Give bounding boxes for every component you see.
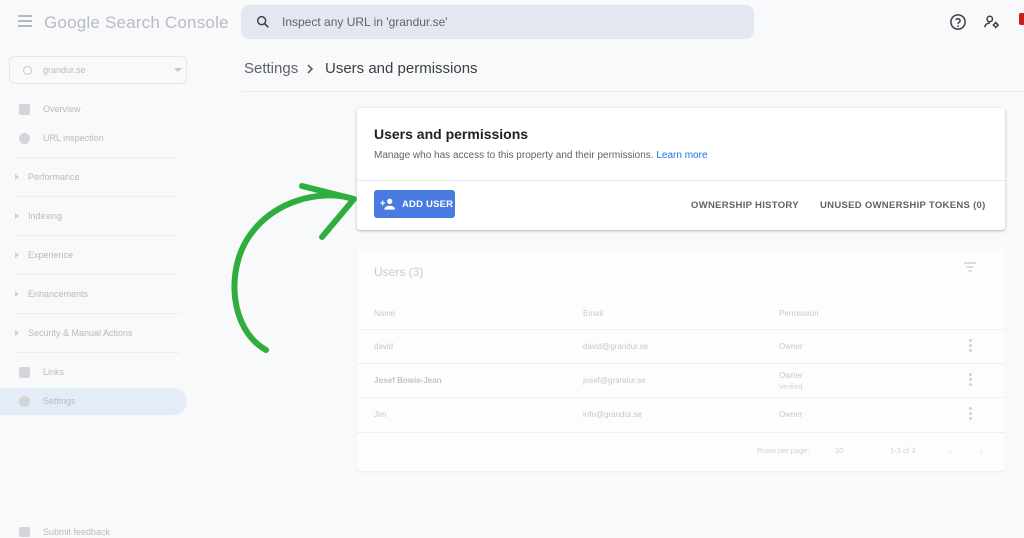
rows-per-page-label: Rows per page: [757,446,810,455]
sidebar-item-performance[interactable]: Performance [0,167,190,189]
prev-page-icon[interactable]: ‹ [949,446,952,455]
home-icon [19,104,30,115]
sidebar-item-label: Settings [43,396,76,406]
user-email: david@grandur.se [583,342,649,351]
card-divider [357,180,1005,181]
user-email: josef@grandur.se [583,376,646,385]
pagination-range: 1-3 of 3 [890,446,916,455]
more-vert-icon[interactable] [969,339,972,353]
sidebar-divider [16,274,180,275]
table-row[interactable]: david david@grandur.se Owner [357,329,1005,363]
more-vert-icon[interactable] [969,373,972,387]
caret-right-icon [15,252,19,258]
table-footer-divider [357,432,1005,433]
sidebar-divider [16,235,180,236]
avatar[interactable] [1019,13,1024,25]
users-permissions-card: Users and permissions Manage who has acc… [357,108,1005,230]
person-add-icon [380,198,395,210]
card-description-text: Manage who has access to this property a… [374,150,654,161]
help-icon[interactable] [949,13,967,31]
top-app-bar: Google Search Console Inspect any URL in… [0,0,1024,44]
sidebar-item-overview[interactable]: Overview [0,99,190,121]
sidebar-item-indexing[interactable]: Indexing [0,206,190,228]
ownership-history-button[interactable]: OWNERSHIP HISTORY [691,200,799,211]
submit-feedback-link[interactable]: Submit feedback [0,522,190,538]
user-email: info@grandur.se [583,410,642,419]
user-name: Josef Bowie-Jean [374,376,442,385]
app-logo[interactable]: Google Search Console [44,13,229,33]
search-placeholder: Inspect any URL in 'grandur.se' [282,15,448,29]
header-divider [241,91,1024,92]
settings-icon [19,396,30,407]
sidebar-divider [16,196,180,197]
sidebar-item-settings[interactable]: Settings [0,391,190,413]
user-permission: Owner [779,342,803,351]
breadcrumb-settings[interactable]: Settings [244,60,298,77]
table-row[interactable]: Josef Bowie-Jean josef@grandur.se Owner … [357,363,1005,397]
url-inspect-search[interactable]: Inspect any URL in 'grandur.se' [241,5,754,39]
sidebar-item-enhancements[interactable]: Enhancements [0,284,190,306]
add-user-button[interactable]: ADD USER [374,190,455,218]
users-table-card: Users (3) Name Email Permission david da… [357,249,1005,471]
sidebar-item-label: Enhancements [28,289,89,299]
user-name: david [374,342,394,351]
sidebar-item-label: Experience [28,250,74,260]
rows-per-page-select[interactable]: 10 [835,446,843,455]
user-permission-detail: Verified [779,384,803,391]
property-name: grandur.se [43,65,86,75]
search-icon [19,133,30,144]
chevron-right-icon [307,64,314,74]
filter-icon[interactable] [964,262,976,272]
sidebar-item-label: URL inspection [43,133,104,143]
feedback-icon [19,527,30,537]
caret-right-icon [15,174,19,180]
property-icon [23,66,32,75]
manage-users-icon[interactable] [983,13,1001,31]
learn-more-link[interactable]: Learn more [656,150,707,161]
page-title: Users and permissions [325,60,478,77]
sidebar-divider [16,352,180,353]
user-permission: Owner [779,410,803,419]
sidebar-item-url-inspection[interactable]: URL inspection [0,128,190,150]
caret-right-icon [15,213,19,219]
column-header-permission: Permission [779,309,819,318]
property-selector[interactable]: grandur.se [9,56,187,84]
caret-right-icon [15,291,19,297]
column-header-name[interactable]: Name [374,309,395,318]
sidebar-item-links[interactable]: Links [0,362,190,384]
add-user-label: ADD USER [402,199,454,210]
card-title: Users and permissions [374,126,529,142]
unused-tokens-button[interactable]: UNUSED OWNERSHIP TOKENS (0) [820,200,986,211]
chevron-down-icon [174,68,182,72]
sidebar-item-label: Overview [43,104,81,114]
table-row[interactable]: Jim info@grandur.se Owner [357,397,1005,431]
user-permission: Owner [779,371,803,380]
sidebar-divider [16,313,180,314]
feedback-label: Submit feedback [43,527,111,537]
sidebar-item-experience[interactable]: Experience [0,245,190,267]
users-table-title: Users (3) [374,265,424,279]
sidebar-item-security[interactable]: Security & Manual Actions [0,323,190,345]
sidebar-item-label: Indexing [28,211,63,221]
sidebar-item-label: Links [43,367,65,377]
user-name: Jim [374,410,387,419]
caret-right-icon [15,330,19,336]
menu-icon[interactable] [18,15,32,27]
sidebar-item-label: Performance [28,172,80,182]
links-icon [19,367,30,378]
sidebar-item-label: Security & Manual Actions [28,328,133,338]
more-vert-icon[interactable] [969,407,972,421]
sidebar-divider [16,157,180,158]
next-page-icon[interactable]: › [980,446,983,455]
search-icon [256,15,269,28]
card-description: Manage who has access to this property a… [374,150,708,161]
column-header-email: Email [583,309,604,318]
